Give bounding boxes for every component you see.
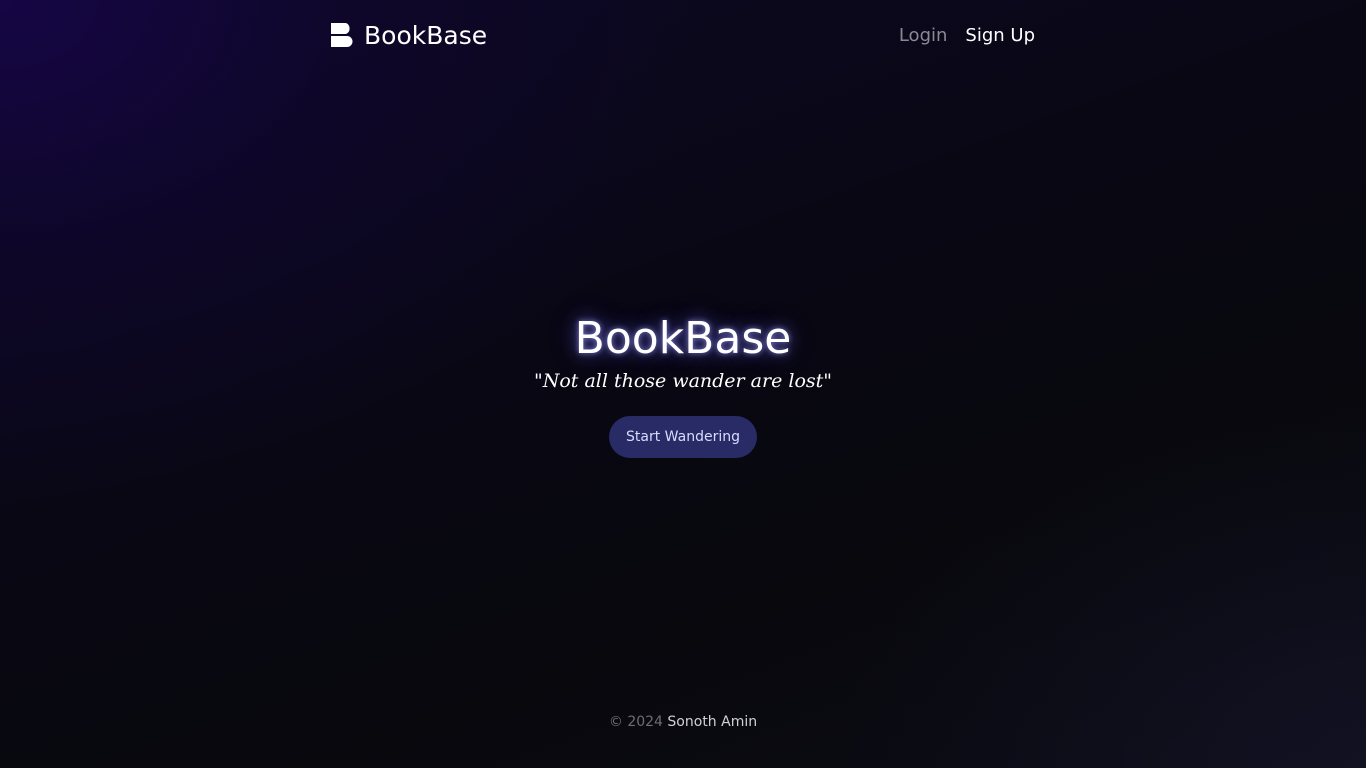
hero-title: BookBase bbox=[574, 313, 792, 364]
signup-link[interactable]: Sign Up bbox=[965, 25, 1035, 46]
login-link[interactable]: Login bbox=[899, 25, 948, 46]
start-wandering-button[interactable]: Start Wandering bbox=[609, 416, 757, 458]
hero-section: BookBase "Not all those wander are lost"… bbox=[0, 312, 1366, 458]
brand-home-link[interactable]: BookBase bbox=[331, 21, 487, 50]
top-nav: Login Sign Up bbox=[899, 25, 1035, 46]
brand-name: BookBase bbox=[364, 20, 488, 50]
site-header: BookBase Login Sign Up bbox=[331, 14, 1035, 56]
bookbase-logo-icon bbox=[331, 23, 353, 47]
footer-author: Sonoth Amin bbox=[667, 714, 758, 730]
hero-quote: "Not all those wander are lost" bbox=[533, 370, 833, 392]
site-footer: © 2024 Sonoth Amin bbox=[0, 712, 1366, 732]
footer-copyright: © 2024 bbox=[608, 714, 663, 730]
